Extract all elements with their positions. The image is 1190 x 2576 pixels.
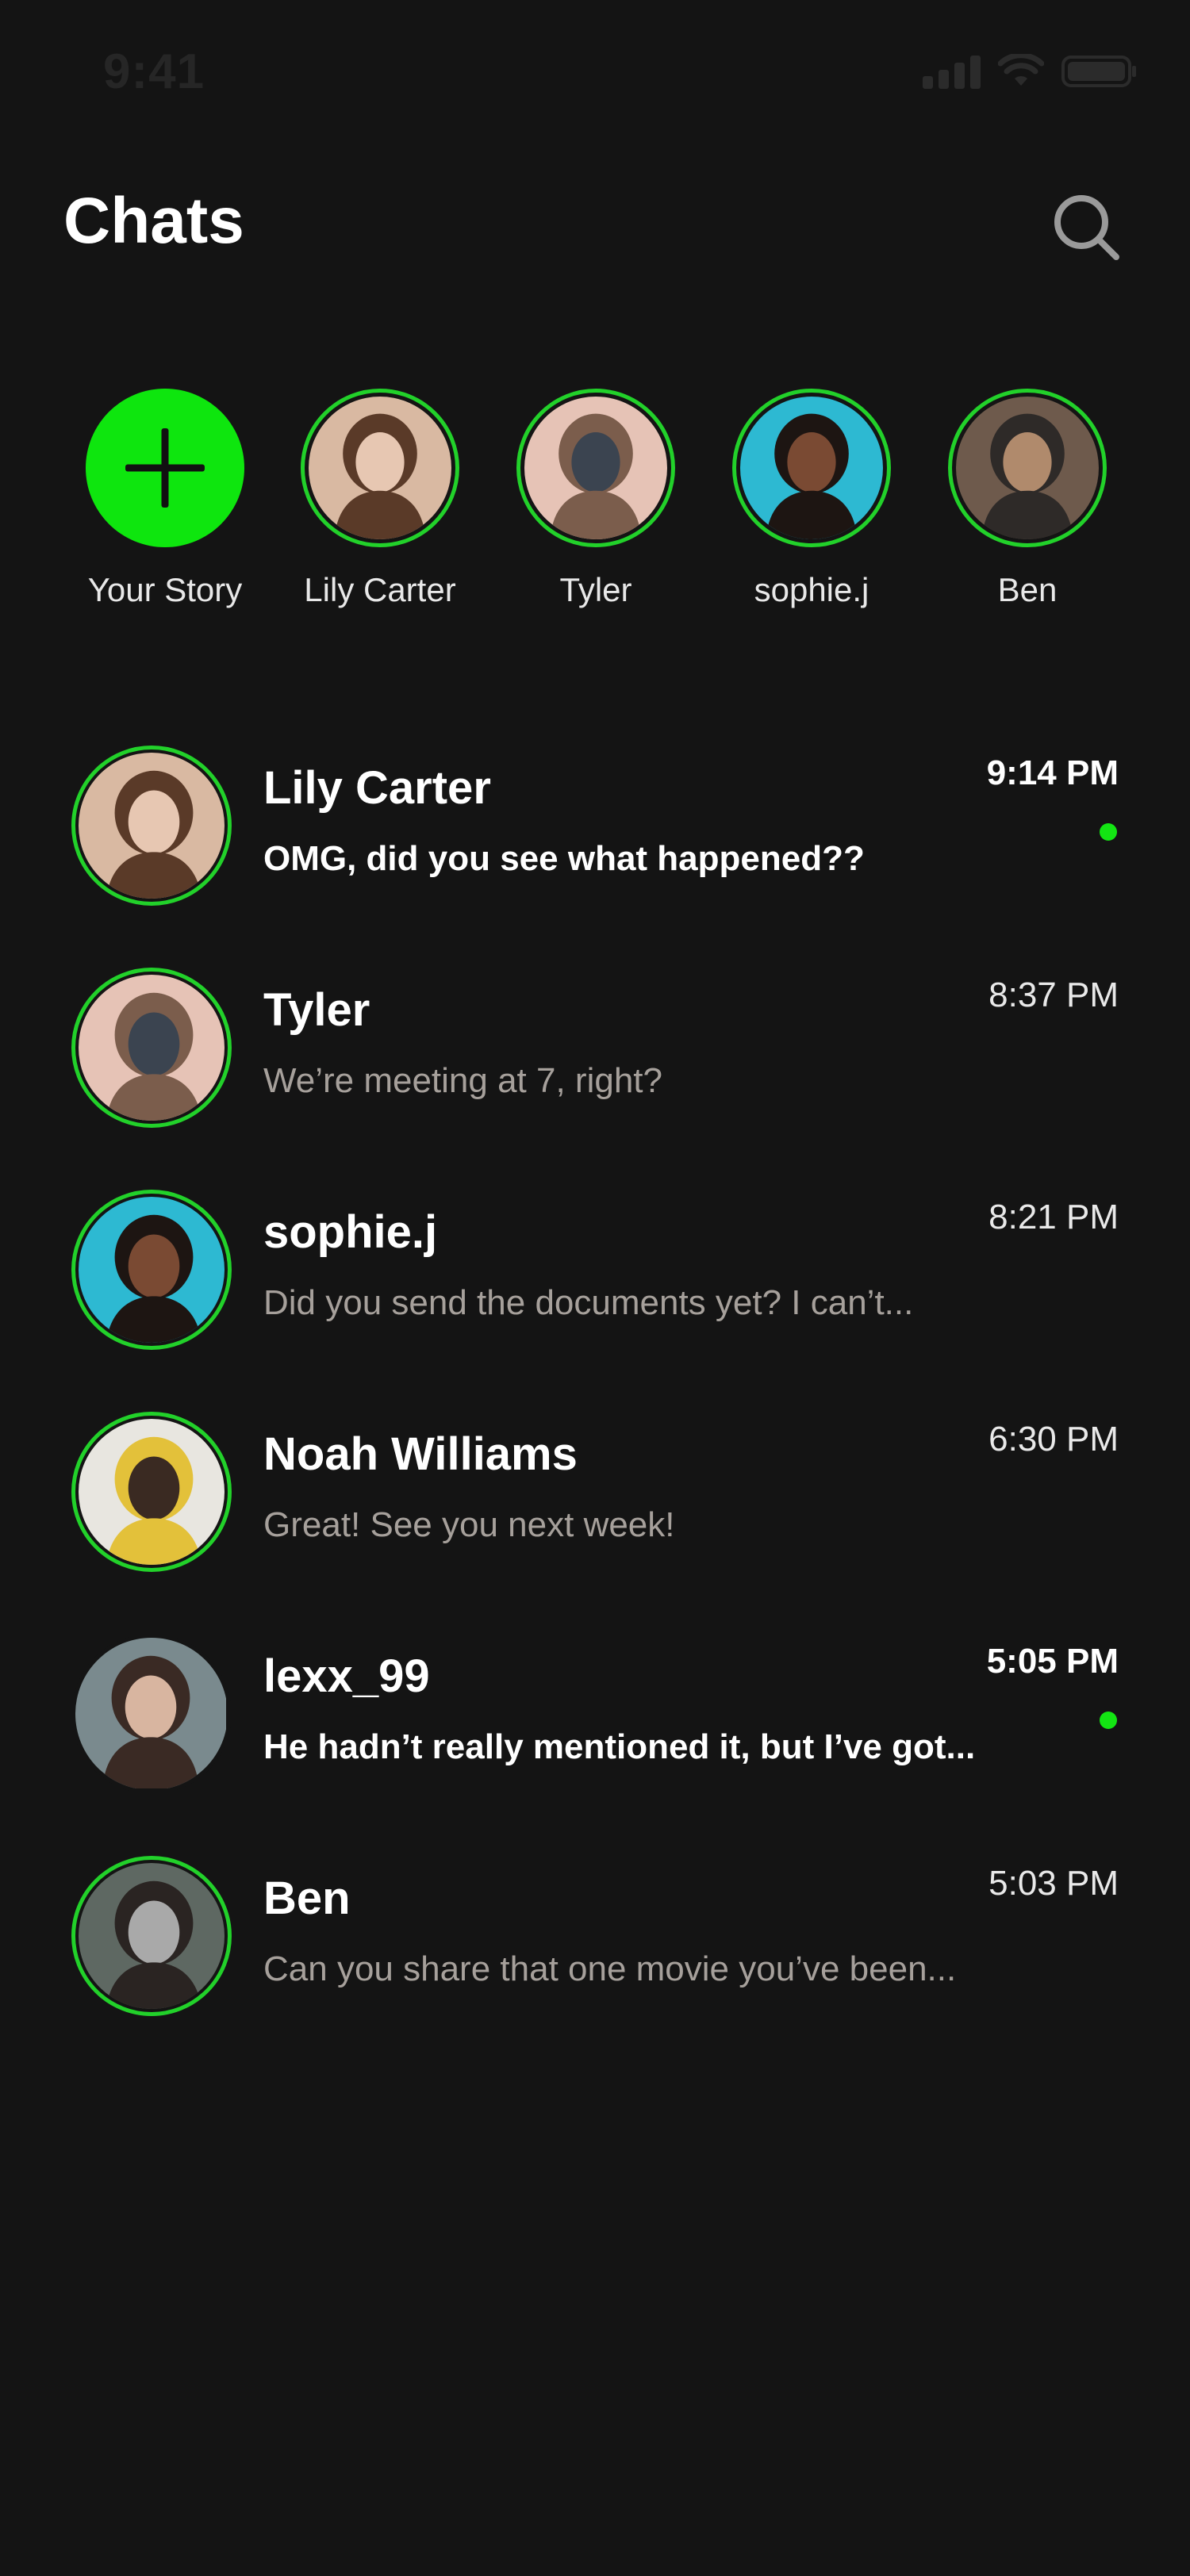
chat-message-preview: We’re meeting at 7, right? bbox=[263, 1061, 662, 1100]
avatar bbox=[79, 753, 225, 899]
chat-row-lexx-99[interactable]: lexx_99 He hadn’t really mentioned it, bu… bbox=[0, 1618, 1190, 1840]
story-ring bbox=[948, 389, 1107, 547]
chats-screen: 9:41 Chats Your Story Lily Carter Tyler … bbox=[0, 0, 1190, 2576]
story-ring bbox=[301, 389, 459, 547]
avatar-ring bbox=[71, 1412, 232, 1572]
story-your-story[interactable]: Your Story bbox=[66, 389, 264, 609]
search-button[interactable] bbox=[1051, 192, 1123, 263]
chat-row-sophie-j[interactable]: sophie.j Did you send the documents yet? … bbox=[0, 1174, 1190, 1396]
chat-row-noah-williams[interactable]: Noah Williams Great! See you next week! 6:… bbox=[0, 1396, 1190, 1618]
story-lily-carter[interactable]: Lily Carter bbox=[281, 389, 479, 609]
story-tyler[interactable]: Tyler bbox=[497, 389, 695, 609]
chat-name: Tyler bbox=[263, 984, 370, 1036]
story-ring bbox=[516, 389, 675, 547]
chat-message-preview: Did you send the documents yet? I can’t.… bbox=[263, 1283, 914, 1322]
unread-indicator bbox=[1100, 823, 1117, 841]
chat-row-tyler[interactable]: Tyler We’re meeting at 7, right? 8:37 PM bbox=[0, 952, 1190, 1174]
story-label: Tyler bbox=[559, 571, 632, 608]
add-story-icon bbox=[86, 389, 244, 547]
avatar bbox=[524, 397, 667, 539]
avatar-ring bbox=[71, 746, 232, 906]
stories-row: Your Story Lily Carter Tyler sophie.j Ben bbox=[0, 389, 1190, 627]
status-time: 9:41 bbox=[103, 44, 205, 99]
avatar bbox=[79, 975, 225, 1121]
avatar-ring bbox=[71, 968, 232, 1128]
avatar-ring bbox=[71, 1634, 232, 1794]
chat-timestamp: 5:05 PM bbox=[986, 1642, 1119, 1681]
avatar bbox=[75, 1638, 228, 1790]
chat-row-lily-carter[interactable]: Lily Carter OMG, did you see what happene… bbox=[0, 730, 1190, 952]
chat-message-preview: He hadn’t really mentioned it, but I’ve … bbox=[263, 1727, 976, 1766]
chat-row-ben[interactable]: Ben Can you share that one movie you’ve b… bbox=[0, 1840, 1190, 2062]
avatar bbox=[740, 397, 883, 539]
avatar bbox=[79, 1419, 225, 1565]
chat-timestamp: 5:03 PM bbox=[988, 1864, 1119, 1903]
avatar bbox=[79, 1863, 225, 2009]
story-sophie-j[interactable]: sophie.j bbox=[712, 389, 911, 609]
chat-timestamp: 8:37 PM bbox=[988, 976, 1119, 1014]
avatar-ring bbox=[71, 1190, 232, 1350]
chat-message-preview: Can you share that one movie you’ve been… bbox=[263, 1949, 957, 1988]
battery-icon bbox=[1061, 54, 1138, 89]
chat-name: Lily Carter bbox=[263, 762, 491, 814]
chat-message-preview: OMG, did you see what happened?? bbox=[263, 839, 865, 878]
chat-timestamp: 9:14 PM bbox=[986, 753, 1119, 792]
unread-indicator bbox=[1100, 1712, 1117, 1729]
status-icons bbox=[923, 54, 1138, 89]
chat-timestamp: 6:30 PM bbox=[988, 1420, 1119, 1459]
story-label: Lily Carter bbox=[304, 571, 456, 608]
story-ring bbox=[732, 389, 891, 547]
wifi-icon bbox=[998, 54, 1044, 89]
story-label: sophie.j bbox=[754, 571, 869, 608]
avatar bbox=[956, 397, 1099, 539]
page-title: Chats bbox=[63, 185, 244, 257]
cellular-signal-icon bbox=[923, 54, 981, 89]
chat-message-preview: Great! See you next week! bbox=[263, 1505, 675, 1544]
story-label: Ben bbox=[997, 571, 1058, 608]
chat-name: lexx_99 bbox=[263, 1650, 430, 1702]
story-label: Your Story bbox=[87, 571, 243, 608]
chat-name: Noah Williams bbox=[263, 1428, 578, 1480]
avatar bbox=[79, 1197, 225, 1343]
chat-timestamp: 8:21 PM bbox=[988, 1198, 1119, 1236]
search-icon bbox=[1054, 195, 1119, 260]
story-ben[interactable]: Ben bbox=[928, 389, 1127, 609]
status-bar: 9:41 bbox=[0, 0, 1190, 143]
chat-list: Lily Carter OMG, did you see what happene… bbox=[0, 730, 1190, 2062]
avatar-ring bbox=[71, 1856, 232, 2016]
chat-name: sophie.j bbox=[263, 1206, 438, 1258]
chat-name: Ben bbox=[263, 1873, 351, 1924]
avatar bbox=[309, 397, 451, 539]
